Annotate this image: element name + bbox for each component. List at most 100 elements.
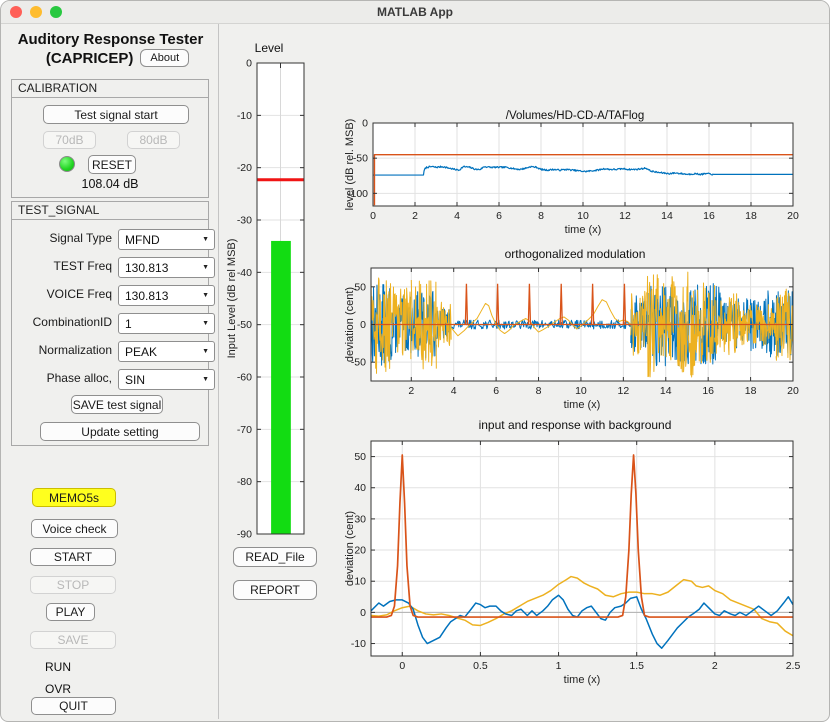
chevron-down-icon: ▼ <box>202 320 209 327</box>
test-signal-panel-title: TEST_SIGNAL <box>12 202 208 220</box>
modulation-plot: 2468101214161820-50050time (x)deviation … <box>341 259 809 411</box>
y-tick-label: 20 <box>354 545 366 557</box>
normalization-label: Normalization <box>12 341 112 360</box>
about-button[interactable]: About <box>140 49 189 67</box>
phase-alloc-dropdown[interactable]: SIN ▼ <box>118 369 215 390</box>
report-button[interactable]: REPORT <box>233 580 317 600</box>
y-tick-label: -60 <box>237 372 252 384</box>
combination-id-row: CombinationID 1 ▼ <box>12 313 208 332</box>
x-tick-label: 20 <box>787 385 799 397</box>
voice-freq-row: VOICE Freq 130.813 ▼ <box>12 285 208 304</box>
x-tick-label: 8 <box>538 210 544 222</box>
x-tick-label: 14 <box>660 385 672 397</box>
y-tick-label: -40 <box>237 267 252 279</box>
x-tick-label: 0.5 <box>473 660 488 672</box>
x-tick-label: 4 <box>451 385 457 397</box>
x-tick-label: 16 <box>703 210 715 222</box>
signal-type-label: Signal Type <box>12 229 112 248</box>
x-tick-label: 2.5 <box>786 660 801 672</box>
x-axis-label: time (x) <box>564 399 601 411</box>
chevron-down-icon: ▼ <box>202 376 209 383</box>
start-button[interactable]: START <box>30 548 116 566</box>
y-tick-label: 0 <box>246 58 252 70</box>
x-tick-label: 2 <box>412 210 418 222</box>
signal-type-row: Signal Type MFND ▼ <box>12 229 208 248</box>
window-title: MATLAB App <box>377 5 453 19</box>
y-axis-label: deviation (cent) <box>344 511 356 586</box>
x-tick-label: 18 <box>745 210 757 222</box>
y-axis-label: level (dB rel. MSB) <box>344 119 356 211</box>
test-freq-label: TEST Freq <box>12 257 112 276</box>
y-tick-label: -20 <box>237 162 252 174</box>
play-button[interactable]: PLAY <box>46 603 95 621</box>
normalization-row: Normalization PEAK ▼ <box>12 341 208 360</box>
test-freq-dropdown[interactable]: 130.813 ▼ <box>118 257 215 278</box>
x-axis-label: time (x) <box>564 674 601 686</box>
normalization-dropdown[interactable]: PEAK ▼ <box>118 341 215 362</box>
memo5s-button[interactable]: MEMO5s <box>32 488 116 507</box>
zoom-window-button[interactable] <box>50 6 62 18</box>
x-tick-label: 2 <box>408 385 414 397</box>
y-tick-label: -70 <box>237 424 252 436</box>
y-tick-label: 0 <box>360 319 366 331</box>
test-signal-panel: TEST_SIGNAL Signal Type MFND ▼ TEST Freq… <box>11 201 209 446</box>
80db-button[interactable]: 80dB <box>127 131 180 149</box>
response-plot-title: input and response with background <box>341 418 809 432</box>
x-tick-label: 2 <box>712 660 718 672</box>
70db-button[interactable]: 70dB <box>43 131 96 149</box>
reset-button[interactable]: RESET <box>88 155 136 174</box>
y-axis-label: Input Level (dB rel MSB) <box>226 239 238 359</box>
phase-alloc-label: Phase alloc, <box>12 369 112 388</box>
x-tick-label: 1.5 <box>629 660 644 672</box>
chevron-down-icon: ▼ <box>202 236 209 243</box>
run-label: RUN <box>45 660 71 674</box>
read-file-button[interactable]: READ_File <box>233 547 317 567</box>
save-button[interactable]: SAVE <box>30 631 116 649</box>
calibration-panel: CALIBRATION Test signal start 70dB 80dB … <box>11 79 209 198</box>
test-freq-row: TEST Freq 130.813 ▼ <box>12 257 208 276</box>
x-axis-label: time (x) <box>565 224 602 236</box>
x-tick-label: 0 <box>370 210 376 222</box>
voice-freq-label: VOICE Freq <box>12 285 112 304</box>
y-tick-label: 0 <box>362 118 368 130</box>
combination-id-dropdown[interactable]: 1 ▼ <box>118 313 215 334</box>
voice-freq-dropdown[interactable]: 130.813 ▼ <box>118 285 215 306</box>
phase-alloc-row: Phase alloc, SIN ▼ <box>12 369 208 388</box>
app-title-row2: (CAPRICEP) About <box>3 49 218 67</box>
plot-area <box>371 441 793 656</box>
quit-button[interactable]: QUIT <box>31 697 116 715</box>
test-signal-start-button[interactable]: Test signal start <box>43 105 189 124</box>
title-bar: MATLAB App <box>1 1 829 24</box>
x-tick-label: 12 <box>619 210 631 222</box>
y-tick-label: -10 <box>237 110 252 122</box>
x-tick-label: 18 <box>745 385 757 397</box>
close-window-button[interactable] <box>10 6 22 18</box>
level-plot: 024681012141618200-50-100time (x)level (… <box>341 113 809 239</box>
x-tick-label: 6 <box>493 385 499 397</box>
x-tick-label: 10 <box>577 210 589 222</box>
update-setting-button[interactable]: Update setting <box>40 422 200 441</box>
x-tick-label: 14 <box>661 210 673 222</box>
window-controls <box>10 6 62 18</box>
control-panel: Auditory Response Tester (CAPRICEP) Abou… <box>3 24 219 719</box>
y-tick-label: -80 <box>237 476 252 488</box>
voice-check-button[interactable]: Voice check <box>31 519 118 538</box>
chevron-down-icon: ▼ <box>202 264 209 271</box>
minimize-window-button[interactable] <box>30 6 42 18</box>
chevron-down-icon: ▼ <box>202 292 209 299</box>
save-test-signal-button[interactable]: SAVE test signal <box>71 395 163 414</box>
matlab-app-window: MATLAB App Auditory Response Tester (CAP… <box>0 0 830 722</box>
y-tick-label: -30 <box>237 215 252 227</box>
x-tick-label: 8 <box>536 385 542 397</box>
x-tick-label: 10 <box>575 385 587 397</box>
x-tick-label: 12 <box>618 385 630 397</box>
stop-button[interactable]: STOP <box>30 576 116 594</box>
calibration-level-readout: 108.04 dB <box>12 177 208 191</box>
y-tick-label: 0 <box>360 607 366 619</box>
signal-type-dropdown[interactable]: MFND ▼ <box>118 229 215 250</box>
response-plot: 00.511.522.5-1001020304050time (x)deviat… <box>341 431 809 691</box>
level-meter-chart: 0-10-20-30-40-50-60-70-80-90Input Level … <box>223 56 315 548</box>
calibration-panel-title: CALIBRATION <box>12 80 208 98</box>
level-meter-title: Level <box>223 41 315 55</box>
y-axis-label: deviation (cent) <box>344 287 356 362</box>
